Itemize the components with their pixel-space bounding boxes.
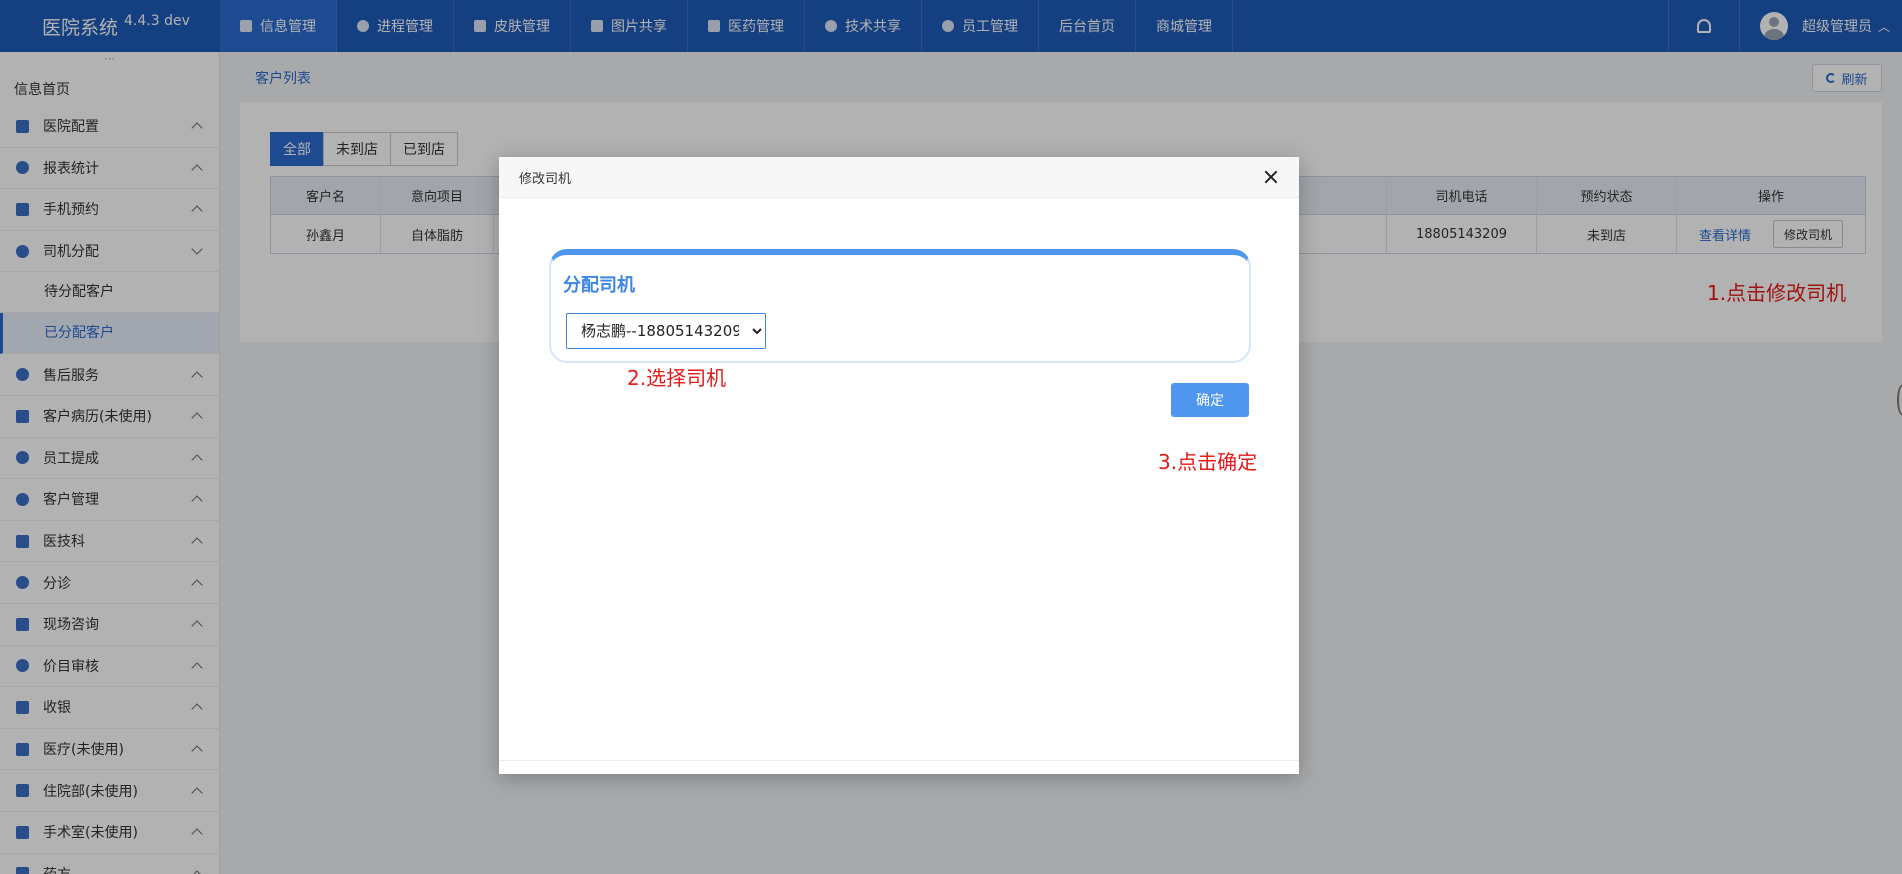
driver-select[interactable]: 杨志鹏--18805143209 [566,313,766,349]
edge-handle[interactable] [1897,385,1902,415]
card-title: 分配司机 [563,275,635,296]
dialog-header: 修改司机 [499,157,1299,198]
annotation-step-3: 3.点击确定 [1158,450,1258,474]
confirm-button[interactable]: 确定 [1171,383,1249,417]
assign-driver-card: 分配司机 杨志鹏--18805143209 [549,249,1251,363]
annotation-step-2: 2.选择司机 [627,366,727,390]
dialog-title: 修改司机 [519,171,572,187]
close-icon[interactable] [1263,169,1279,185]
dialog-footer [499,760,1299,774]
